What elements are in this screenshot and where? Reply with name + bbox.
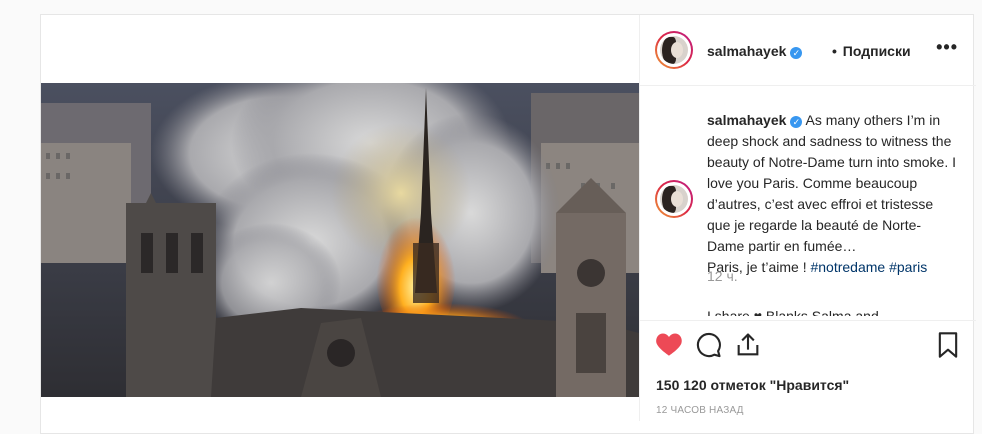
username-link[interactable]: salmahayek ✓ (707, 43, 803, 59)
caption-username[interactable]: salmahayek (707, 112, 786, 128)
share-arrow-icon[interactable] (734, 331, 764, 361)
post-sidebar: salmahayek ✓ • Подписки ••• salmahayek ✓ A… (639, 15, 976, 421)
next-comment-preview: I share ♥ Blanks Salma and (707, 308, 879, 316)
notre-dame-fire-photo (41, 83, 639, 397)
avatar[interactable] (655, 31, 693, 69)
post-image[interactable] (41, 83, 639, 397)
comments-section: salmahayek ✓ As many others I’m in deep s… (640, 86, 976, 320)
likes-count[interactable]: 150 120 отметок "Нравится" (656, 377, 849, 393)
verified-badge-icon: ✓ (790, 116, 803, 128)
avatar-ring (657, 33, 691, 67)
post-caption: salmahayek ✓ As many others I’m in deep s… (707, 110, 957, 278)
bookmark-icon[interactable] (934, 331, 964, 361)
hashtag-link[interactable]: #paris (889, 259, 927, 275)
heart-filled-icon[interactable] (655, 331, 685, 361)
username[interactable]: salmahayek (707, 43, 786, 59)
avatar-image (660, 185, 688, 213)
speech-bubble-icon[interactable] (695, 331, 725, 361)
caption-text: As many others I’m in deep shock and sad… (707, 112, 956, 254)
follow-status: • Подписки (832, 43, 911, 59)
verified-badge-icon: ✓ (790, 47, 803, 59)
separator-dot: • (832, 43, 837, 59)
instagram-post: salmahayek ✓ • Подписки ••• salmahayek ✓ A… (40, 14, 976, 434)
following-button[interactable]: Подписки (843, 43, 911, 59)
action-bar: 150 120 отметок "Нравится" 12 часов наза… (640, 320, 976, 422)
caption-avatar[interactable] (655, 180, 693, 218)
post-timestamp[interactable]: 12 часов назад (656, 405, 744, 416)
more-options-icon[interactable]: ••• (936, 37, 958, 58)
caption-timestamp[interactable]: 12 ч. (707, 268, 738, 284)
post-header: salmahayek ✓ • Подписки ••• (640, 15, 976, 86)
avatar-ring (657, 182, 691, 216)
avatar-image (660, 36, 688, 64)
hashtag-link[interactable]: #notredame (810, 259, 885, 275)
